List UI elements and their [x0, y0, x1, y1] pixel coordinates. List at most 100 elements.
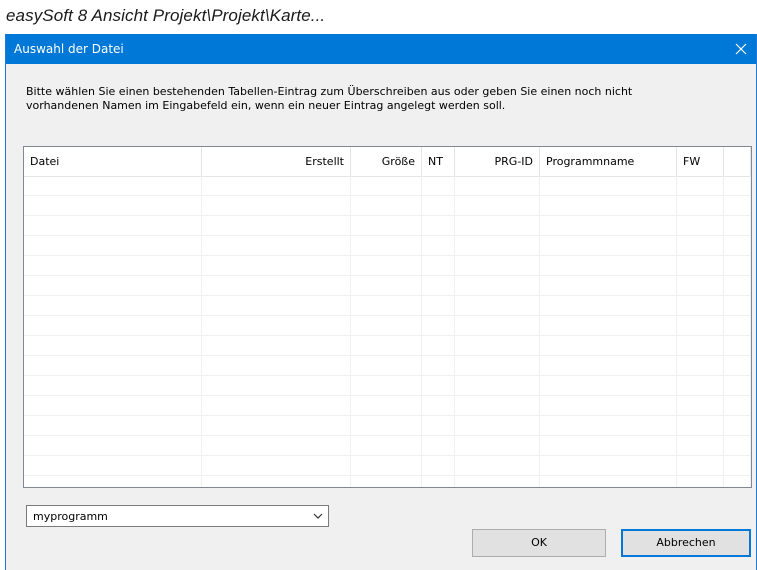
file-table[interactable]: Datei Erstellt Größe NT PRG-ID Programmn…	[23, 146, 752, 488]
table-cell	[455, 376, 540, 396]
table-cell	[422, 436, 455, 456]
table-cell	[540, 216, 677, 236]
filename-combobox[interactable]	[26, 505, 329, 527]
column-header-extra[interactable]	[724, 147, 751, 176]
table-cell	[422, 356, 455, 376]
table-cell	[202, 316, 351, 336]
table-cell	[455, 236, 540, 256]
table-cell	[677, 336, 724, 356]
table-cell	[202, 176, 351, 196]
table-row[interactable]	[24, 416, 751, 436]
column-header-nt[interactable]: NT	[422, 147, 455, 176]
table-cell	[677, 256, 724, 276]
table-cell	[724, 376, 751, 396]
table-row[interactable]	[24, 256, 751, 276]
table-cell	[24, 456, 202, 476]
table-cell	[677, 416, 724, 436]
table-cell	[540, 436, 677, 456]
table-cell	[455, 336, 540, 356]
table-cell	[351, 176, 422, 196]
table-cell	[202, 476, 351, 487]
table-cell	[202, 276, 351, 296]
table-cell	[24, 336, 202, 356]
table-cell	[202, 296, 351, 316]
table-cell	[202, 216, 351, 236]
instruction-text: Bitte wählen Sie einen bestehenden Tabel…	[26, 85, 633, 112]
cancel-button[interactable]: Abbrechen	[621, 529, 751, 557]
table-cell	[422, 456, 455, 476]
filename-input[interactable]	[30, 507, 306, 525]
table-cell	[351, 396, 422, 416]
table-cell	[202, 396, 351, 416]
table-cell	[540, 196, 677, 216]
table-cell	[724, 336, 751, 356]
column-header-programmname[interactable]: Programmname	[540, 147, 677, 176]
table-cell	[677, 316, 724, 336]
table-cell	[455, 456, 540, 476]
table-cell	[351, 276, 422, 296]
close-button[interactable]	[726, 34, 756, 64]
table-cell	[24, 476, 202, 487]
table-cell	[724, 456, 751, 476]
table-cell	[677, 356, 724, 376]
table-cell	[422, 296, 455, 316]
table-cell	[724, 256, 751, 276]
column-header-fw[interactable]: FW	[677, 147, 724, 176]
table-cell	[422, 276, 455, 296]
table-cell	[24, 196, 202, 216]
table-row[interactable]	[24, 476, 751, 487]
table-row[interactable]	[24, 436, 751, 456]
ok-button[interactable]: OK	[472, 529, 606, 557]
table-cell	[540, 456, 677, 476]
table-row[interactable]	[24, 336, 751, 356]
table-cell	[455, 476, 540, 487]
table-cell	[540, 276, 677, 296]
table-cell	[540, 316, 677, 336]
file-selection-dialog: Auswahl der Datei Bitte wählen Sie einen…	[5, 34, 757, 570]
table-cell	[351, 436, 422, 456]
table-row[interactable]	[24, 296, 751, 316]
table-cell	[455, 216, 540, 236]
table-cell	[677, 456, 724, 476]
table-cell	[351, 456, 422, 476]
table-cell	[724, 316, 751, 336]
table-row[interactable]	[24, 376, 751, 396]
table-row[interactable]	[24, 176, 751, 196]
chevron-down-icon	[313, 513, 323, 519]
table-cell	[24, 416, 202, 436]
dialog-titlebar[interactable]: Auswahl der Datei	[6, 34, 756, 64]
table-cell	[202, 416, 351, 436]
table-row[interactable]	[24, 216, 751, 236]
table-cell	[24, 176, 202, 196]
table-cell	[677, 236, 724, 256]
table-cell	[24, 276, 202, 296]
table-row[interactable]	[24, 356, 751, 376]
table-cell	[677, 376, 724, 396]
table-row[interactable]	[24, 196, 751, 216]
column-header-erstellt[interactable]: Erstellt	[202, 147, 351, 176]
table-cell	[724, 276, 751, 296]
table-cell	[422, 216, 455, 236]
column-header-prg-id[interactable]: PRG-ID	[455, 147, 540, 176]
table-cell	[677, 396, 724, 416]
column-header-groesse[interactable]: Größe	[351, 147, 422, 176]
column-header-datei[interactable]: Datei	[24, 147, 202, 176]
table-cell	[422, 416, 455, 436]
table-cell	[24, 216, 202, 236]
table-cell	[540, 296, 677, 316]
table-cell	[540, 236, 677, 256]
table-cell	[202, 236, 351, 256]
table-row[interactable]	[24, 316, 751, 336]
table-cell	[540, 416, 677, 436]
table-row[interactable]	[24, 236, 751, 256]
table-cell	[422, 236, 455, 256]
table-row[interactable]	[24, 456, 751, 476]
table-row[interactable]	[24, 276, 751, 296]
table-cell	[540, 476, 677, 487]
table-cell	[351, 376, 422, 396]
combo-dropdown-button[interactable]	[308, 506, 328, 526]
table-cell	[351, 236, 422, 256]
table-row[interactable]	[24, 396, 751, 416]
table-cell	[724, 296, 751, 316]
table-cell	[455, 436, 540, 456]
